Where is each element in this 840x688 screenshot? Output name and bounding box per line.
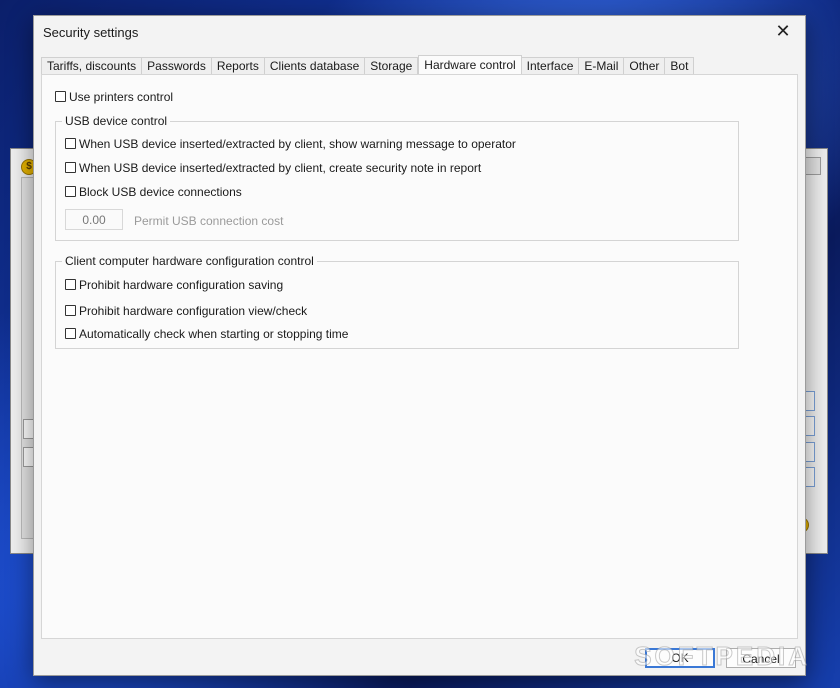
group-legend: USB device control [62,114,171,128]
usb-connection-cost-input[interactable]: 0.00 [65,209,123,230]
hardware-configuration-group: Client computer hardware configuration c… [55,254,739,349]
tab-passwords[interactable]: Passwords [142,57,212,75]
usb-connection-cost-label: Permit USB connection cost [134,214,284,228]
tab-other[interactable]: Other [624,57,666,75]
title-bar[interactable]: Security settings ✕ [34,16,805,48]
group-legend: Client computer hardware configuration c… [62,254,317,268]
tab-tariffs-discounts[interactable]: Tariffs, discounts [41,57,143,75]
tab-clients-database[interactable]: Clients database [264,57,366,75]
checkbox-label: Automatically check when starting or sto… [79,326,349,341]
checkbox-label: Prohibit hardware configuration view/che… [79,303,308,318]
tab-hardware-control[interactable]: Hardware control [418,55,522,76]
hardware-control-panel: Use printers control USB device control … [41,74,798,639]
checkbox-box[interactable] [65,162,76,174]
security-settings-dialog: Security settings ✕ Tariffs, discounts P… [33,15,806,676]
dialog-title: Security settings [43,25,139,40]
checkbox-box[interactable] [65,138,76,150]
usb-warning-message-checkbox[interactable]: When USB device inserted/extracted by cl… [65,136,516,151]
tab-reports[interactable]: Reports [211,57,265,75]
auto-check-time-checkbox[interactable]: Automatically check when starting or sto… [65,326,348,341]
close-button[interactable]: ✕ [761,16,805,48]
use-printers-control-checkbox[interactable]: Use printers control [55,89,173,104]
checkbox-box[interactable] [65,328,76,340]
prohibit-config-view-checkbox[interactable]: Prohibit hardware configuration view/che… [65,303,307,318]
close-icon: ✕ [775,21,791,41]
checkbox-box[interactable] [65,279,76,291]
usb-security-note-checkbox[interactable]: When USB device inserted/extracted by cl… [65,160,481,175]
tab-interface[interactable]: Interface [521,57,580,75]
tab-email[interactable]: E-Mail [579,57,625,75]
checkbox-box[interactable] [65,305,76,317]
tab-bar: Tariffs, discounts Passwords Reports Cli… [41,55,695,76]
checkbox-label: Use printers control [69,89,174,104]
checkbox-box[interactable] [55,91,66,103]
prohibit-config-saving-checkbox[interactable]: Prohibit hardware configuration saving [65,277,283,292]
checkbox-label: When USB device inserted/extracted by cl… [79,136,516,151]
checkbox-label: When USB device inserted/extracted by cl… [79,160,482,175]
tab-storage[interactable]: Storage [365,57,419,75]
checkbox-label: Block USB device connections [79,184,242,199]
block-usb-connections-checkbox[interactable]: Block USB device connections [65,184,242,199]
tab-bot[interactable]: Bot [665,57,695,75]
checkbox-label: Prohibit hardware configuration saving [79,277,284,292]
softpedia-watermark: SOFTPEDIA [634,641,810,672]
usb-device-control-group: USB device control When USB device inser… [55,114,739,241]
checkbox-box[interactable] [65,186,76,198]
